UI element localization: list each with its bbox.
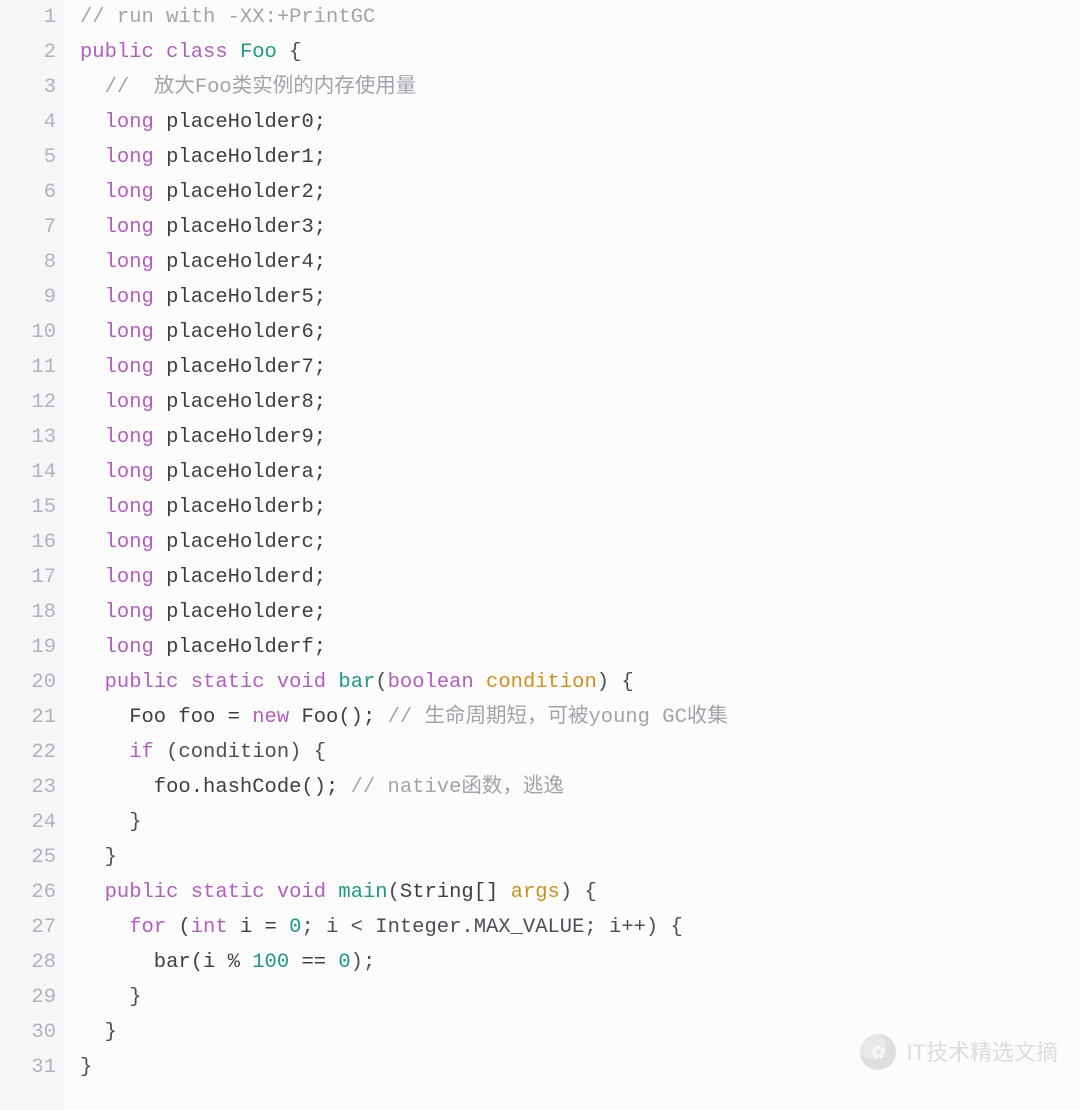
code-line: long placeHolderc; bbox=[80, 525, 1080, 560]
line-number: 22 bbox=[0, 735, 56, 770]
code-line: long placeHolder6; bbox=[80, 315, 1080, 350]
line-number: 8 bbox=[0, 245, 56, 280]
line-number: 9 bbox=[0, 280, 56, 315]
line-number: 24 bbox=[0, 805, 56, 840]
code-line: } bbox=[80, 1015, 1080, 1050]
code-line: } bbox=[80, 980, 1080, 1015]
code-line: long placeHolder1; bbox=[80, 140, 1080, 175]
code-line: // run with -XX:+PrintGC bbox=[80, 0, 1080, 35]
code-line: } bbox=[80, 805, 1080, 840]
line-number: 26 bbox=[0, 875, 56, 910]
code-line: for (int i = 0; i < Integer.MAX_VALUE; i… bbox=[80, 910, 1080, 945]
code-line: long placeHolder0; bbox=[80, 105, 1080, 140]
code-line: Foo foo = new Foo(); // 生命周期短，可被young GC… bbox=[80, 700, 1080, 735]
code-line: bar(i % 100 == 0); bbox=[80, 945, 1080, 980]
line-number: 16 bbox=[0, 525, 56, 560]
line-number: 29 bbox=[0, 980, 56, 1015]
code-line: long placeHoldera; bbox=[80, 455, 1080, 490]
code-line: long placeHolderf; bbox=[80, 630, 1080, 665]
line-number: 27 bbox=[0, 910, 56, 945]
code-line: long placeHolder7; bbox=[80, 350, 1080, 385]
line-number: 3 bbox=[0, 70, 56, 105]
code-line: } bbox=[80, 840, 1080, 875]
line-number: 10 bbox=[0, 315, 56, 350]
code-editor: 1234567891011121314151617181920212223242… bbox=[0, 0, 1080, 1110]
line-number: 2 bbox=[0, 35, 56, 70]
line-number: 15 bbox=[0, 490, 56, 525]
code-line: long placeHolder2; bbox=[80, 175, 1080, 210]
code-line: // 放大Foo类实例的内存使用量 bbox=[80, 70, 1080, 105]
code-line: public static void bar(boolean condition… bbox=[80, 665, 1080, 700]
code-area: // run with -XX:+PrintGCpublic class Foo… bbox=[64, 0, 1080, 1110]
code-line: foo.hashCode(); // native函数，逃逸 bbox=[80, 770, 1080, 805]
line-number-gutter: 1234567891011121314151617181920212223242… bbox=[0, 0, 64, 1110]
line-number: 17 bbox=[0, 560, 56, 595]
line-number: 30 bbox=[0, 1015, 56, 1050]
line-number: 11 bbox=[0, 350, 56, 385]
code-line: long placeHolder9; bbox=[80, 420, 1080, 455]
code-line: long placeHolder8; bbox=[80, 385, 1080, 420]
line-number: 20 bbox=[0, 665, 56, 700]
code-line: } bbox=[80, 1050, 1080, 1085]
line-number: 28 bbox=[0, 945, 56, 980]
line-number: 4 bbox=[0, 105, 56, 140]
line-number: 25 bbox=[0, 840, 56, 875]
line-number: 14 bbox=[0, 455, 56, 490]
code-line: long placeHolderd; bbox=[80, 560, 1080, 595]
line-number: 6 bbox=[0, 175, 56, 210]
line-number: 23 bbox=[0, 770, 56, 805]
line-number: 5 bbox=[0, 140, 56, 175]
code-line: public class Foo { bbox=[80, 35, 1080, 70]
code-line: long placeHolder5; bbox=[80, 280, 1080, 315]
code-line: long placeHolder3; bbox=[80, 210, 1080, 245]
line-number: 31 bbox=[0, 1050, 56, 1085]
line-number: 19 bbox=[0, 630, 56, 665]
line-number: 7 bbox=[0, 210, 56, 245]
line-number: 13 bbox=[0, 420, 56, 455]
line-number: 1 bbox=[0, 0, 56, 35]
code-line: public static void main(String[] args) { bbox=[80, 875, 1080, 910]
code-line: if (condition) { bbox=[80, 735, 1080, 770]
line-number: 18 bbox=[0, 595, 56, 630]
code-line: long placeHolder4; bbox=[80, 245, 1080, 280]
code-line: long placeHolderb; bbox=[80, 490, 1080, 525]
line-number: 12 bbox=[0, 385, 56, 420]
code-line: long placeHoldere; bbox=[80, 595, 1080, 630]
line-number: 21 bbox=[0, 700, 56, 735]
